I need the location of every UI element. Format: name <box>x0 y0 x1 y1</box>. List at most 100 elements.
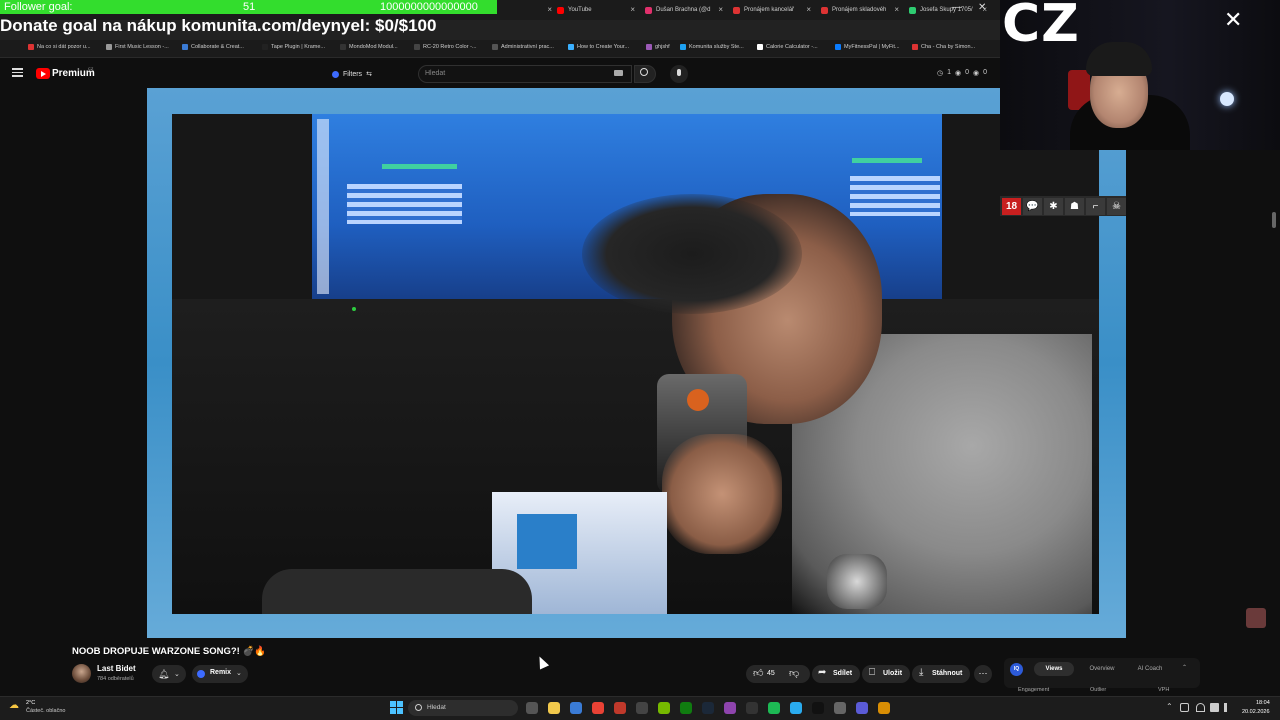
mail-icon[interactable] <box>570 702 582 714</box>
follower-goal-current: 51 <box>243 1 256 13</box>
close-tab-icon[interactable]: × <box>806 5 811 14</box>
filter-icon <box>332 70 339 78</box>
studio-light <box>1220 92 1234 106</box>
volume-icon[interactable] <box>1224 703 1233 712</box>
waveform <box>852 158 922 163</box>
close-tab-icon[interactable]: × <box>894 5 899 14</box>
filters-button[interactable]: Filters ⇆ <box>326 66 378 82</box>
bookmark-item[interactable]: Cha - Cha by Simon... <box>912 44 975 50</box>
dislike-icon[interactable]: 👎︎ <box>789 667 799 679</box>
weather-description[interactable]: Částeč. oblačno <box>26 708 65 714</box>
xbox-icon[interactable] <box>680 702 692 714</box>
app-dark2-icon[interactable] <box>746 702 758 714</box>
eye-icon: ◉ <box>973 70 980 77</box>
tray-expand-icon[interactable]: ⌃ <box>1166 702 1173 711</box>
chevron-down-icon: ⌄ <box>174 671 180 678</box>
bookmark-item[interactable]: How to Create Your... <box>568 44 629 50</box>
bookmark-item[interactable]: First Music Lesson -... <box>106 44 169 50</box>
clock-date[interactable]: 20.02.2026 <box>1242 709 1270 715</box>
channel-name[interactable]: Last Bidet <box>97 664 136 673</box>
minimize-button[interactable]: — <box>952 2 962 13</box>
tray-app-icon[interactable] <box>1180 703 1189 712</box>
remix-icon <box>197 670 205 678</box>
keyboard-icon[interactable] <box>614 70 623 76</box>
chevron-down-icon: ⌄ <box>236 670 242 677</box>
bookmark-item[interactable]: MyFitnessPal | MyFit... <box>835 44 900 50</box>
bookmarks-bar: Na co si dát pozor u... First Music Lesso… <box>0 40 1000 58</box>
extension-stats[interactable]: ◷ 1 ◉ 0 ◉ 0 <box>937 69 987 77</box>
chevron-up-icon[interactable]: ⌃ <box>1182 664 1187 671</box>
tab-favicon-icon <box>645 6 652 14</box>
bookmark-item[interactable]: Na co si dát pozor u... <box>28 44 91 50</box>
video-frame-content[interactable] <box>172 114 1099 614</box>
nvidia-icon[interactable] <box>658 702 670 714</box>
app-dark-icon[interactable] <box>636 702 648 714</box>
bookmark-item[interactable]: RC-20 Retro Color -... <box>414 44 477 50</box>
microphone-icon[interactable] <box>1196 703 1205 712</box>
menu-icon[interactable] <box>12 68 23 77</box>
browser-tab[interactable]: Dušan Brachna (@d × <box>641 2 727 18</box>
tab-views[interactable]: Views <box>1034 662 1074 676</box>
country-code: CZ <box>88 66 94 71</box>
tab-label: YouTube <box>568 7 592 13</box>
task-view-icon[interactable] <box>526 702 538 714</box>
content-badges: 18 💬 ✱ ☗ ⌐ ☠ <box>1000 196 1126 216</box>
browser-tab[interactable]: YouTube × <box>553 2 639 18</box>
more-actions-button[interactable]: ⋯ <box>974 665 992 683</box>
weather-temperature[interactable]: 2°C <box>26 700 35 706</box>
stat-value: 1 <box>947 69 952 76</box>
bookmark-item[interactable]: Tape Plugin | Krame... <box>262 44 325 50</box>
interface-screen <box>517 514 577 569</box>
age-18-badge: 18 <box>1002 197 1021 215</box>
bookmark-favicon-icon <box>757 44 763 50</box>
skull-icon: ☠ <box>1107 197 1126 215</box>
app-purple-icon[interactable] <box>724 702 736 714</box>
filters-label: Filters <box>343 70 363 78</box>
search-input[interactable]: Hledat <box>418 65 632 83</box>
close-tab-icon[interactable]: × <box>630 5 635 14</box>
close-tab-icon[interactable]: × <box>718 5 723 14</box>
tab-ai-coach[interactable]: AI Coach <box>1130 662 1170 676</box>
steam-icon[interactable] <box>702 702 714 714</box>
clock-icon: ◷ <box>937 70 944 77</box>
taskbar-search[interactable]: Hledat <box>408 700 518 716</box>
eye-icon: ◉ <box>955 70 962 77</box>
bookmark-favicon-icon <box>182 44 188 50</box>
app-gear-icon[interactable] <box>834 702 846 714</box>
bookmark-item[interactable]: ghjshf <box>646 44 670 50</box>
telegram-icon[interactable] <box>790 702 802 714</box>
bookmark-label: Tape Plugin | Krame... <box>271 44 326 50</box>
bookmark-item[interactable]: MondoMod Modul... <box>340 44 398 50</box>
bookmark-label: Administrativní prac... <box>501 44 554 50</box>
browser-tab[interactable]: Pronájem kancelář × <box>729 2 815 18</box>
chrome-icon[interactable] <box>592 702 604 714</box>
tab-label: Dušan Brachna (@d <box>656 7 711 13</box>
spotify-icon[interactable] <box>768 702 780 714</box>
streamer-logo: ✕ <box>1224 8 1243 33</box>
app-grid-icon[interactable] <box>856 702 868 714</box>
bookmark-item[interactable]: Collaborate & Creat... <box>182 44 244 50</box>
app-shield-icon[interactable] <box>878 702 890 714</box>
bookmark-item[interactable]: Komunita služby Ste... <box>680 44 744 50</box>
hand <box>662 434 782 554</box>
column-engagement: Engagement <box>1018 687 1050 693</box>
bookmark-item[interactable]: Administrativní prac... <box>492 44 554 50</box>
tab-overview[interactable]: Overview <box>1084 662 1120 676</box>
avatar[interactable] <box>72 664 91 683</box>
scrollbar[interactable] <box>1272 212 1276 228</box>
like-icon[interactable]: 👍︎ <box>753 667 763 679</box>
weather-icon[interactable]: ☁ <box>9 700 19 711</box>
app-black-icon[interactable] <box>812 702 824 714</box>
bookmark-favicon-icon <box>414 44 420 50</box>
file-explorer-icon[interactable] <box>548 702 560 714</box>
network-icon[interactable] <box>1210 703 1219 712</box>
close-window-button[interactable]: ✕ <box>978 2 986 13</box>
windows-start-icon[interactable] <box>390 701 403 714</box>
bookmark-label: First Music Lesson -... <box>115 44 169 50</box>
app-red-icon[interactable] <box>614 702 626 714</box>
close-tab-icon[interactable]: × <box>547 5 552 14</box>
bookmark-item[interactable]: Calorie Calculator -... <box>757 44 818 50</box>
browser-tab[interactable]: Pronájem skladovéh × <box>817 2 903 18</box>
tab-favicon-icon <box>733 6 740 14</box>
clock-time[interactable]: 18:04 <box>1256 700 1270 706</box>
